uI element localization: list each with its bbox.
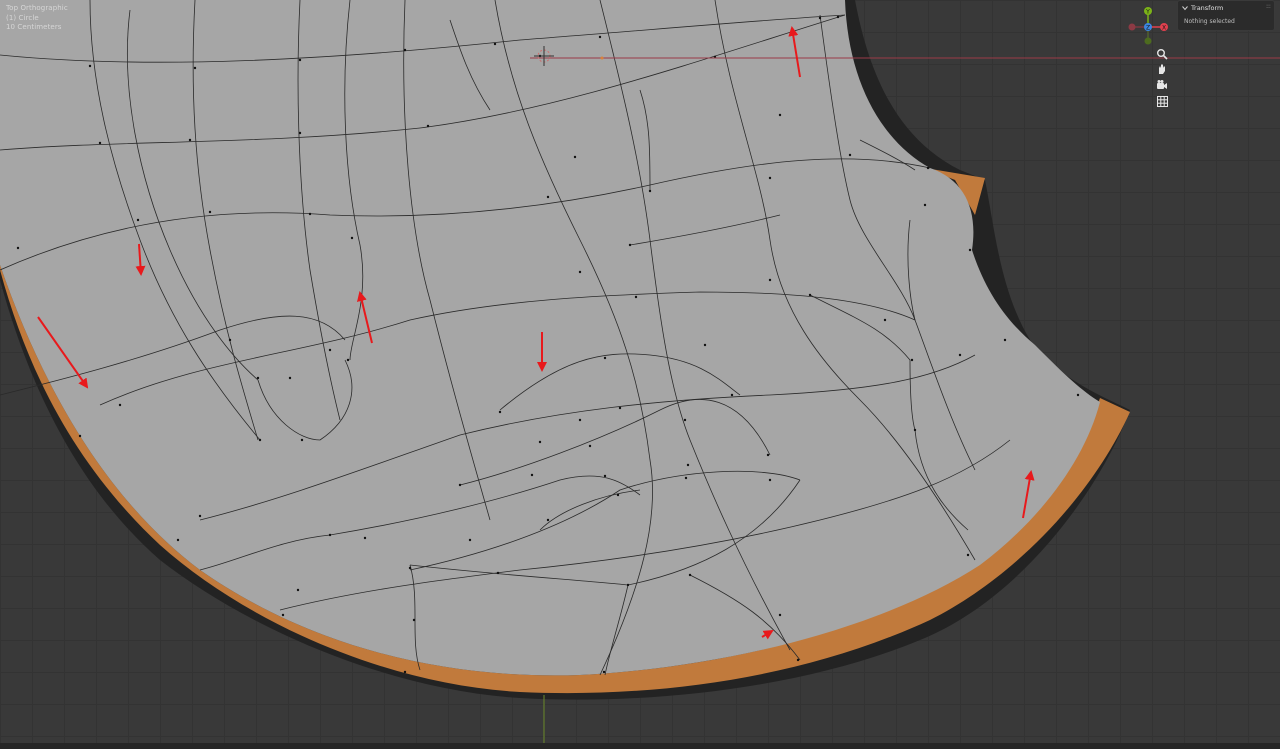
svg-text:X: X [1162, 24, 1166, 31]
grid-icon[interactable] [1154, 94, 1170, 108]
mesh-face [0, 0, 1100, 676]
camera-icon[interactable] [1154, 78, 1170, 92]
scale-info-label: 10 Centimeters [6, 23, 62, 31]
view-name-label: Top Orthographic [6, 4, 68, 12]
chevron-down-icon [1182, 6, 1188, 11]
transform-panel-title: Transform [1191, 4, 1224, 12]
gizmo-neg-y-icon [1144, 37, 1152, 45]
hand-pan-icon[interactable] [1154, 62, 1170, 76]
origin-point [600, 56, 604, 60]
object-info-label: (1) Circle [6, 14, 39, 22]
transform-panel-header[interactable]: Transform [1182, 3, 1223, 13]
mesh-canvas[interactable] [0, 0, 1280, 749]
gizmo-neg-x-icon [1128, 23, 1136, 31]
transform-status: Nothing selected [1184, 18, 1235, 25]
navigation-gizmo[interactable]: Y X Z [1124, 3, 1172, 51]
svg-text:Z: Z [1146, 24, 1150, 31]
bottom-status-strip [0, 743, 1280, 749]
transform-panel: Transform :::: Nothing selected [1177, 0, 1275, 31]
svg-text:Y: Y [1145, 8, 1150, 15]
3d-viewport[interactable]: Top Orthographic (1) Circle 10 Centimete… [0, 0, 1280, 749]
drag-handle-icon[interactable]: :::: [1266, 3, 1271, 10]
zoom-icon[interactable] [1154, 47, 1170, 61]
